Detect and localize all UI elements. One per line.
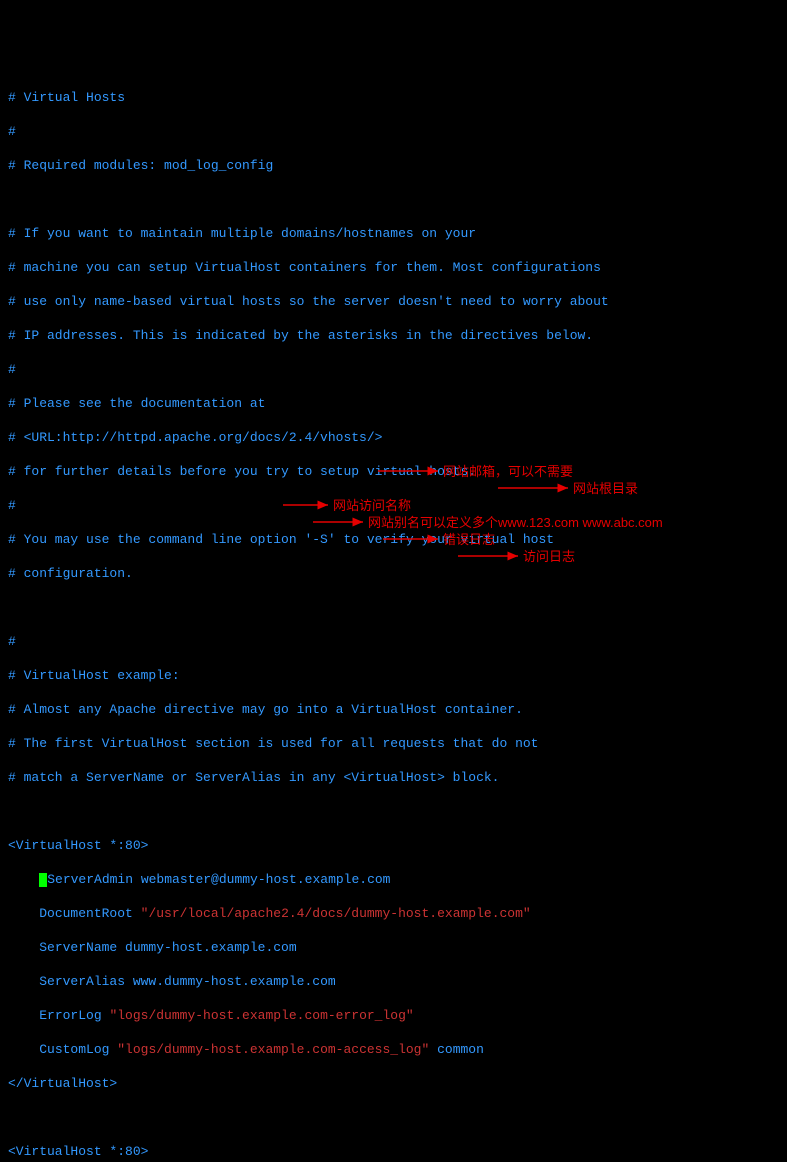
- comment-line: # You may use the command line option '-…: [8, 531, 779, 548]
- annot-errorlog: 错误日志: [443, 531, 495, 548]
- comment-line: # for further details before you try to …: [8, 463, 779, 480]
- blank-line: [8, 191, 779, 208]
- comment-line: # Virtual Hosts: [8, 89, 779, 106]
- comment-line: #: [8, 123, 779, 140]
- blank-line: [8, 803, 779, 820]
- comment-line: # If you want to maintain multiple domai…: [8, 225, 779, 242]
- vhost-open: <VirtualHost *:80>: [8, 837, 779, 854]
- documentroot-line: DocumentRoot "/usr/local/apache2.4/docs/…: [8, 905, 779, 922]
- customlog-line: CustomLog "logs/dummy-host.example.com-a…: [8, 1041, 779, 1058]
- vhost-open: <VirtualHost *:80>: [8, 1143, 779, 1160]
- servername-line: ServerName dummy-host.example.com: [8, 939, 779, 956]
- cursor-icon: [39, 873, 47, 887]
- blank-line: [8, 599, 779, 616]
- annot-documentroot: 网站根目录: [573, 480, 638, 497]
- annot-serveradmin: 网站邮箱，可以不需要: [443, 463, 573, 480]
- comment-line: # Almost any Apache directive may go int…: [8, 701, 779, 718]
- comment-line: #: [8, 361, 779, 378]
- annot-customlog: 访问日志: [523, 548, 575, 565]
- comment-line: # machine you can setup VirtualHost cont…: [8, 259, 779, 276]
- comment-line: # match a ServerName or ServerAlias in a…: [8, 769, 779, 786]
- annot-serveralias: 网站别名可以定义多个www.123.com www.abc.com: [368, 514, 663, 531]
- blank-line: [8, 1109, 779, 1126]
- comment-line: # use only name-based virtual hosts so t…: [8, 293, 779, 310]
- errorlog-line: ErrorLog "logs/dummy-host.example.com-er…: [8, 1007, 779, 1024]
- comment-line: # VirtualHost example:: [8, 667, 779, 684]
- vhost-close: </VirtualHost>: [8, 1075, 779, 1092]
- comment-line: # Please see the documentation at: [8, 395, 779, 412]
- comment-line: # The first VirtualHost section is used …: [8, 735, 779, 752]
- comment-line: # <URL:http://httpd.apache.org/docs/2.4/…: [8, 429, 779, 446]
- comment-line: # configuration.: [8, 565, 779, 582]
- comment-line: #: [8, 633, 779, 650]
- terminal-output: # Virtual Hosts # # Required modules: mo…: [8, 72, 779, 1162]
- comment-line: # Required modules: mod_log_config: [8, 157, 779, 174]
- annot-servername: 网站访问名称: [333, 497, 411, 514]
- comment-line: # IP addresses. This is indicated by the…: [8, 327, 779, 344]
- serveradmin-line: ServerAdmin webmaster@dummy-host.example…: [8, 871, 779, 888]
- serveralias-line: ServerAlias www.dummy-host.example.com: [8, 973, 779, 990]
